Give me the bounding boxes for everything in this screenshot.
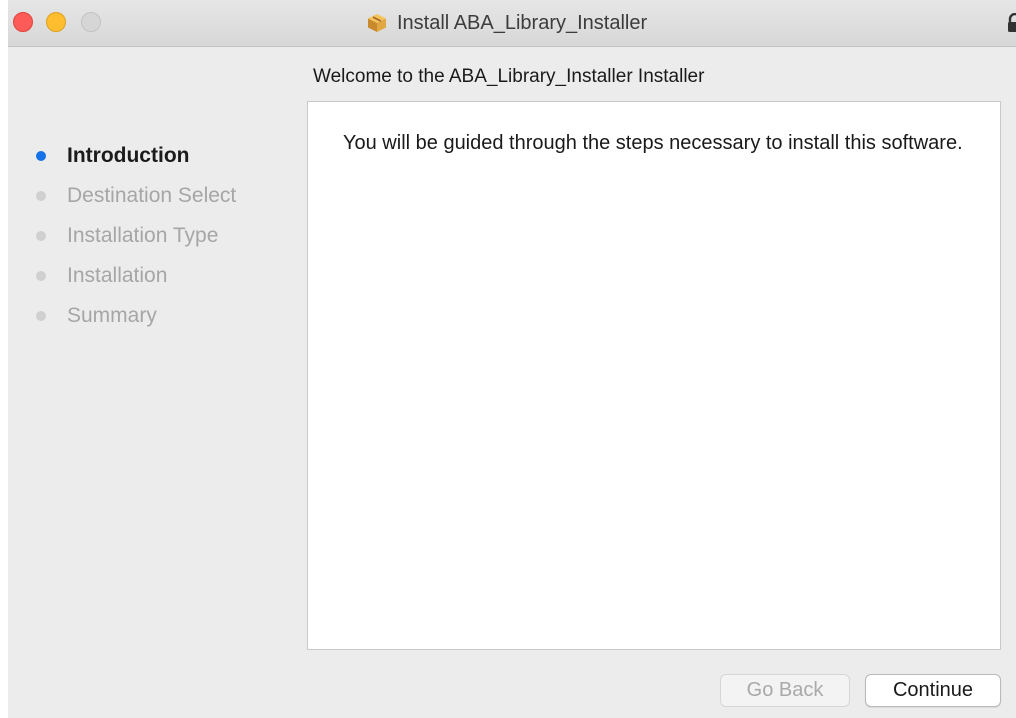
close-window-button[interactable] <box>13 12 33 32</box>
content-panel: You will be guided through the steps nec… <box>307 101 1001 650</box>
minimize-window-button[interactable] <box>46 12 66 32</box>
step-label: Summary <box>67 304 157 327</box>
zoom-window-button <box>81 12 101 32</box>
step-indicator <box>36 231 46 241</box>
continue-button[interactable]: Continue <box>865 674 1001 707</box>
page-title: Welcome to the ABA_Library_Installer Ins… <box>313 66 705 87</box>
step-indicator <box>36 271 46 281</box>
step-label: Installation Type <box>67 224 219 247</box>
step-label: Introduction <box>67 144 190 167</box>
intro-text: You will be guided through the steps nec… <box>343 132 963 154</box>
step-label: Destination Select <box>67 184 237 207</box>
window-title-text: Install ABA_Library_Installer <box>397 11 648 34</box>
go-back-button[interactable]: Go Back <box>720 674 850 707</box>
step-indicator <box>36 191 46 201</box>
step-indicator <box>36 311 46 321</box>
title-bar[interactable]: Install ABA_Library_Installer <box>8 0 1016 47</box>
step-indicator-active <box>36 151 46 161</box>
installer-window: Install ABA_Library_Installer Welcome to… <box>8 0 1016 718</box>
package-box-icon <box>368 14 386 32</box>
step-label: Installation <box>67 264 168 287</box>
lock-icon <box>1008 13 1016 32</box>
window-title: Install ABA_Library_Installer <box>365 11 647 35</box>
